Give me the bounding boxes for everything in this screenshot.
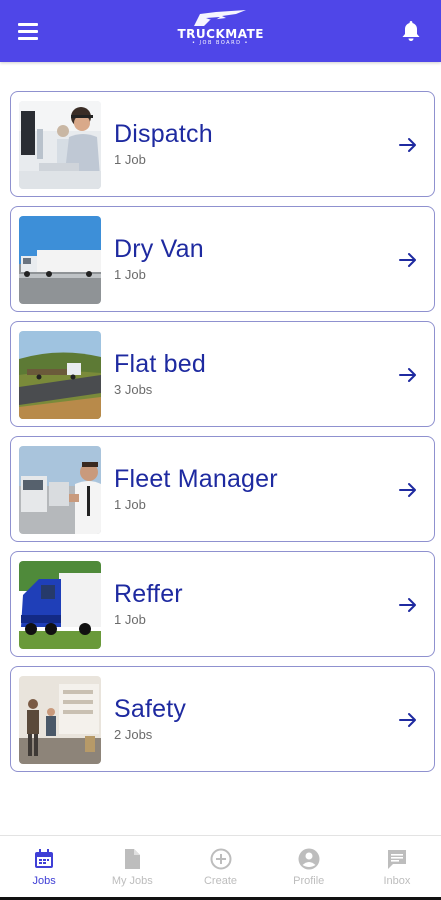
tab-label: Jobs — [32, 875, 56, 887]
job-card-text: Dispatch 1 Job — [114, 119, 213, 168]
app-header: TRUCKMATE • JOB BOARD • — [0, 0, 441, 62]
tab-create[interactable]: Create — [176, 836, 264, 900]
job-card-text: Dry Van 1 Job — [114, 234, 204, 283]
tab-jobs[interactable]: Jobs — [0, 836, 88, 900]
tab-label: Profile — [293, 875, 325, 887]
job-category-title: Flat bed — [114, 350, 206, 378]
job-category-title: Fleet Manager — [114, 465, 278, 493]
bell-icon[interactable] — [399, 19, 423, 43]
job-card-text: Safety 2 Jobs — [114, 694, 186, 743]
arrow-right-icon — [399, 368, 416, 382]
job-category-list: Dispatch 1 Job Dry Van 1 Job Flat bed 3 … — [10, 91, 435, 781]
dispatch-photo — [19, 101, 101, 189]
calendar-icon — [35, 849, 54, 868]
job-category-title: Dry Van — [114, 235, 204, 263]
logo-subtitle: • JOB BOARD • — [192, 40, 249, 46]
job-card-flat-bed[interactable]: Flat bed 3 Jobs — [10, 321, 435, 427]
job-card-text: Reffer 1 Job — [114, 579, 183, 628]
person-icon — [298, 848, 320, 870]
job-count: 1 Job — [114, 267, 146, 282]
arrow-right-icon — [399, 598, 416, 612]
arrow-right-icon — [399, 138, 416, 152]
job-category-title: Safety — [114, 695, 187, 723]
flat-bed-photo — [19, 331, 101, 419]
job-card-text: Fleet Manager 1 Job — [114, 464, 278, 513]
job-card-fleet-manager[interactable]: Fleet Manager 1 Job — [10, 436, 435, 542]
fleet-manager-photo — [19, 446, 101, 534]
tab-label: My Jobs — [111, 875, 153, 887]
reffer-photo — [19, 561, 101, 649]
job-card-text: Flat bed 3 Jobs — [114, 349, 206, 398]
job-count: 1 Job — [114, 497, 146, 512]
job-card-reffer[interactable]: Reffer 1 Job — [10, 551, 435, 657]
tab-label: Inbox — [383, 875, 411, 887]
tab-label: Create — [203, 875, 238, 887]
bottom-tab-bar: Jobs My Jobs Create Profile Inbox — [0, 835, 441, 900]
arrow-right-icon — [399, 253, 416, 267]
truckmate-logo: TRUCKMATE • JOB BOARD • — [178, 8, 264, 54]
message-icon — [387, 850, 406, 869]
arrow-right-icon — [399, 713, 416, 727]
tab-profile[interactable]: Profile — [265, 836, 353, 900]
job-category-title: Dispatch — [114, 120, 213, 148]
job-card-dispatch[interactable]: Dispatch 1 Job — [10, 91, 435, 197]
job-count: 1 Job — [114, 152, 146, 167]
arrow-right-icon — [399, 483, 416, 497]
tab-my-jobs[interactable]: My Jobs — [88, 836, 176, 900]
job-category-title: Reffer — [114, 580, 183, 608]
plus-circle-icon — [210, 848, 231, 870]
tab-inbox[interactable]: Inbox — [353, 836, 441, 900]
job-count: 2 Jobs — [114, 727, 153, 742]
job-card-dry-van[interactable]: Dry Van 1 Job — [10, 206, 435, 312]
hamburger-menu-icon[interactable] — [18, 19, 42, 43]
safety-photo — [19, 676, 101, 764]
document-icon — [125, 849, 141, 869]
job-count: 1 Job — [114, 612, 146, 627]
job-card-safety[interactable]: Safety 2 Jobs — [10, 666, 435, 772]
job-count: 3 Jobs — [114, 382, 153, 397]
logo-title: TRUCKMATE — [177, 27, 264, 41]
dry-van-photo — [19, 216, 101, 304]
